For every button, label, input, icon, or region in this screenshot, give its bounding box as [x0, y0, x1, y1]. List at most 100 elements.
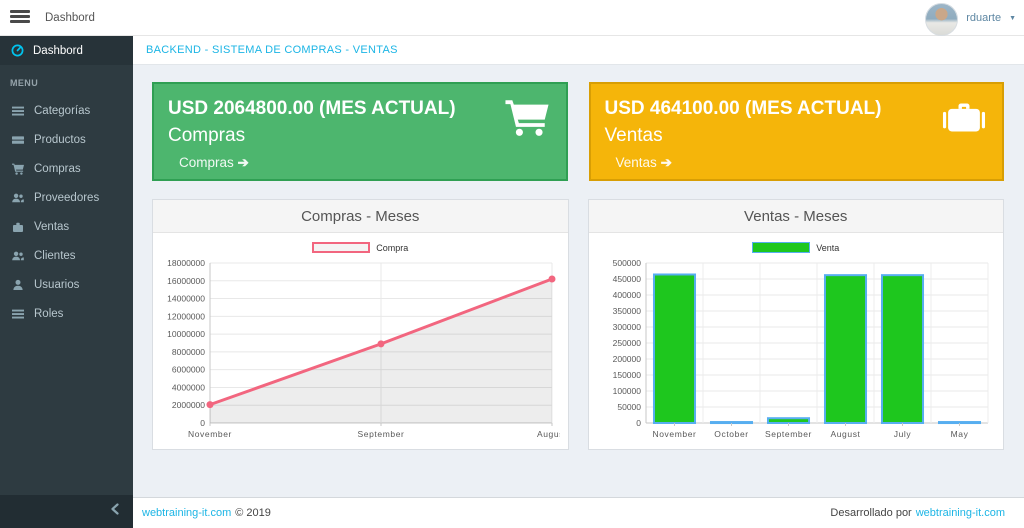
cart-icon [504, 99, 550, 142]
sidebar-item-label: Dashbord [33, 45, 83, 57]
svg-text:10000000: 10000000 [167, 329, 205, 339]
info-box-ventas: USD 464100.00 (MES ACTUAL) Ventas Ventas… [589, 82, 1005, 181]
footer-developed-by: Desarrollado por [830, 507, 911, 519]
sidebar-item-label: Compras [34, 163, 81, 175]
sidebar-item-ventas[interactable]: Ventas [0, 212, 133, 241]
svg-text:6000000: 6000000 [172, 365, 205, 375]
sidebar-item-label: Categorías [34, 105, 90, 117]
username: rduarte [966, 12, 1001, 24]
sidebar-item-label: Roles [34, 308, 63, 320]
svg-text:16000000: 16000000 [167, 276, 205, 286]
sidebar: Dashbord MENU Categorías Productos Compr… [0, 36, 133, 528]
sidebar-item-roles[interactable]: Roles [0, 299, 133, 328]
svg-text:0: 0 [200, 418, 205, 428]
sidebar-item-compras[interactable]: Compras [0, 154, 133, 183]
sidebar-menu-header: MENU [0, 65, 133, 96]
users-icon [12, 250, 24, 262]
svg-text:200000: 200000 [612, 354, 641, 364]
legend-swatch [752, 242, 810, 253]
svg-text:July: July [893, 429, 911, 439]
arrow-right-icon: ➔ [238, 155, 249, 170]
svg-text:250000: 250000 [612, 338, 641, 348]
svg-text:50000: 50000 [617, 402, 641, 412]
hamburger-icon[interactable] [10, 10, 30, 26]
svg-text:October: October [714, 429, 748, 439]
list-icon [12, 105, 24, 117]
ventas-amount: USD 464100.00 (MES ACTUAL) [605, 98, 989, 120]
chart-legend-compras: Compra [160, 240, 561, 255]
footer-developer-link[interactable]: webtraining-it.com [916, 507, 1005, 519]
chart-legend-ventas: Venta [596, 240, 997, 255]
footer-site-link[interactable]: webtraining-it.com [142, 507, 231, 519]
legend-label: Compra [376, 243, 408, 253]
caret-down-icon: ▼ [1009, 15, 1016, 22]
svg-text:400000: 400000 [612, 290, 641, 300]
briefcase-icon [942, 99, 986, 142]
main-content: USD 2064800.00 (MES ACTUAL) Compras Comp… [133, 65, 1024, 497]
briefcase-icon [12, 221, 24, 233]
svg-text:500000: 500000 [612, 258, 641, 268]
compras-title: Compras [168, 125, 552, 147]
svg-text:100000: 100000 [612, 386, 641, 396]
sidebar-item-label: Proveedores [34, 192, 99, 204]
user-icon [12, 279, 24, 291]
svg-text:August: August [537, 429, 560, 439]
cart-icon [12, 163, 24, 175]
avatar[interactable] [925, 3, 958, 36]
svg-text:300000: 300000 [612, 322, 641, 332]
svg-text:350000: 350000 [612, 306, 641, 316]
sidebar-item-label: Usuarios [34, 279, 79, 291]
arrow-right-icon: ➔ [661, 155, 672, 170]
ventas-link[interactable]: Ventas ➔ [616, 155, 989, 171]
svg-text:14000000: 14000000 [167, 294, 205, 304]
bar-chart-ventas: 5000004500004000003500003000002500002000… [596, 255, 997, 446]
sidebar-item-label: Ventas [34, 221, 69, 233]
sidebar-item-proveedores[interactable]: Proveedores [0, 183, 133, 212]
breadcrumb[interactable]: BACKEND - SISTEMA DE COMPRAS - VENTAS [146, 44, 398, 56]
svg-text:12000000: 12000000 [167, 311, 205, 321]
sidebar-item-dashboard[interactable]: Dashbord [0, 36, 133, 65]
chart-title-ventas: Ventas - Meses [589, 200, 1004, 233]
footer: webtraining-it.com © 2019 Desarrollado p… [133, 497, 1024, 528]
navbar-title: Dashbord [45, 12, 95, 24]
panel-compras-meses: Compras - Meses Compra 18000000160000001… [152, 199, 569, 450]
info-box-compras: USD 2064800.00 (MES ACTUAL) Compras Comp… [152, 82, 568, 181]
gauge-icon [11, 44, 24, 57]
line-chart-compras: 18000000 16000000 14000000 12000000 10000000… [160, 255, 561, 446]
sidebar-item-label: Clientes [34, 250, 76, 262]
footer-copyright: © 2019 [235, 507, 271, 519]
svg-text:150000: 150000 [612, 370, 641, 380]
sidebar-item-usuarios[interactable]: Usuarios [0, 270, 133, 299]
svg-text:September: September [765, 429, 812, 439]
svg-text:May: May [950, 429, 968, 439]
svg-text:8000000: 8000000 [172, 347, 205, 357]
sidebar-item-categorias[interactable]: Categorías [0, 96, 133, 125]
svg-text:November: November [652, 429, 696, 439]
compras-link[interactable]: Compras ➔ [179, 155, 552, 171]
top-navbar: Dashbord rduarte ▼ [0, 0, 1024, 36]
legend-label: Venta [816, 243, 839, 253]
users-icon [12, 192, 24, 204]
svg-text:2000000: 2000000 [172, 400, 205, 410]
list-icon [12, 308, 24, 320]
sidebar-item-label: Productos [34, 134, 86, 146]
svg-text:4000000: 4000000 [172, 382, 205, 392]
chevron-left-icon [110, 502, 120, 521]
svg-text:September: September [358, 429, 405, 439]
legend-swatch [312, 242, 370, 253]
ventas-title: Ventas [605, 125, 989, 147]
chart-title-compras: Compras - Meses [153, 200, 568, 233]
panel-ventas-meses: Ventas - Meses Venta 5000004500004000003… [588, 199, 1005, 450]
sidebar-collapse-button[interactable] [0, 495, 133, 528]
table-icon [12, 134, 24, 146]
user-menu[interactable]: rduarte ▼ [925, 0, 1016, 36]
breadcrumb-bar: BACKEND - SISTEMA DE COMPRAS - VENTAS [133, 36, 1024, 65]
svg-text:0: 0 [636, 418, 641, 428]
svg-text:450000: 450000 [612, 274, 641, 284]
sidebar-item-clientes[interactable]: Clientes [0, 241, 133, 270]
compras-amount: USD 2064800.00 (MES ACTUAL) [168, 98, 552, 120]
sidebar-item-productos[interactable]: Productos [0, 125, 133, 154]
svg-text:18000000: 18000000 [167, 258, 205, 268]
svg-text:November: November [188, 429, 232, 439]
svg-text:August: August [830, 429, 860, 439]
